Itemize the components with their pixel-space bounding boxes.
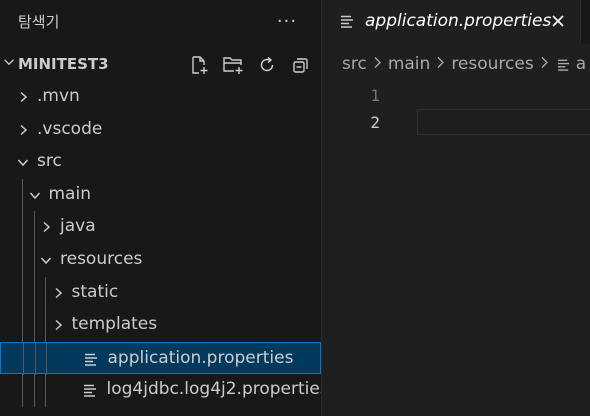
explorer-sidebar: 탐색기 ··· MINITEST3 .mvn .vscode src main … [0,0,321,416]
line-number-2: 2 [370,113,380,132]
indent-guide [34,342,36,376]
tree-folder-mvn[interactable]: .mvn [0,81,321,113]
chevron-right-icon[interactable] [51,318,65,332]
tree-folder-main[interactable]: main [0,178,321,212]
indent-guide [22,178,23,212]
indent-guide [46,342,47,376]
tree-item-label: src [37,151,62,172]
section-actions [182,51,318,79]
indent-guide [33,211,35,244]
properties-file-icon [84,353,97,366]
chevron-right-icon [373,55,382,73]
properties-file-icon [83,385,96,398]
more-actions-button[interactable]: ··· [272,8,302,34]
tree-folder-vscode[interactable]: .vscode [0,114,321,146]
tree-item-label: main [48,183,91,204]
chevron-down-icon[interactable] [28,188,42,202]
indent-guide [23,342,24,376]
tab-label: application.properties [365,11,552,31]
new-file-button[interactable] [182,51,216,79]
indent-guide [22,374,23,407]
workspace-title: MINITEST3 [18,55,109,73]
close-icon[interactable] [550,13,566,29]
chevron-right-icon[interactable] [39,220,53,234]
tab-bar: application.properties [322,0,590,44]
indent-guide [22,244,23,277]
indent-guide [22,309,23,342]
indent-guide [45,276,46,310]
tree-folder-java[interactable]: java [0,211,321,244]
chevron-down-icon[interactable] [39,253,53,267]
breadcrumb: src main resources a [342,52,586,76]
tree-file-application-properties[interactable]: application.properties [0,341,321,376]
line-number-1: 1 [370,86,380,105]
collapse-all-button[interactable] [284,51,318,79]
current-line-highlight[interactable] [417,109,590,135]
explorer-title: 탐색기 [18,13,60,31]
new-folder-button[interactable] [216,51,250,79]
editor-area: application.properties src main resource… [322,0,590,416]
tree-item-label: java [60,216,96,237]
breadcrumb-resources[interactable]: resources [451,54,533,74]
tree-item-label: application.properties [107,347,294,368]
tree-folder-resources[interactable]: resources [0,244,321,277]
breadcrumb-file[interactable]: a [576,54,586,74]
tree-file-log4jdbc-log4j2-properties[interactable]: log4jdbc.log4j2.properties [0,374,322,407]
tree-folder-templates[interactable]: templates [0,309,321,342]
indent-guide [22,276,23,310]
explorer-header: 탐색기 ··· [0,0,321,44]
refresh-button[interactable] [250,51,284,79]
tree-folder-static[interactable]: static [0,276,321,310]
collapse-all-icon [293,58,308,73]
indent-guide [33,374,35,407]
tree-item-label: log4jdbc.log4j2.properties [106,379,322,400]
tree-folder-src[interactable]: src [0,146,321,178]
chevron-right-icon [436,55,445,73]
tree-item-label: .vscode [37,118,103,139]
indent-guide [33,276,35,310]
tree-item-label: static [71,281,119,302]
chevron-right-icon[interactable] [16,123,30,137]
properties-file-icon [341,15,353,28]
refresh-icon [260,56,274,72]
breadcrumb-main[interactable]: main [388,54,430,74]
workspace-section-header[interactable]: MINITEST3 [0,47,321,81]
indent-guide [45,309,46,342]
indent-guide [33,244,35,277]
tree-item-label: resources [60,249,143,269]
new-file-icon [192,56,208,74]
new-folder-icon [223,57,243,74]
chevron-down-icon[interactable] [16,155,30,169]
breadcrumb-src[interactable]: src [342,54,367,74]
chevron-right-icon[interactable] [16,90,30,104]
tab-application-properties[interactable]: application.properties [322,0,581,44]
chevron-right-icon [540,55,549,73]
chevron-down-icon [4,59,14,66]
indent-guide [45,374,46,407]
chevron-right-icon[interactable] [51,286,65,300]
indent-guide [22,211,23,244]
tree-item-label: .mvn [37,86,80,106]
properties-file-icon [557,59,569,71]
indent-guide [33,309,35,342]
tree-item-label: templates [71,314,158,335]
